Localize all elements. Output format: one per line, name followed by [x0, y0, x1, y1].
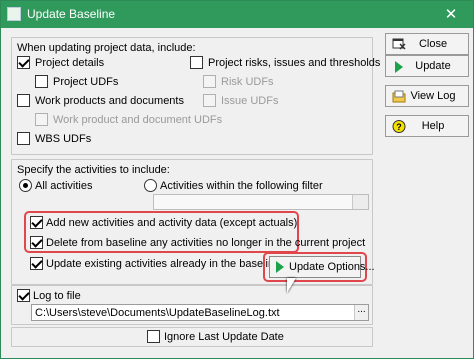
app-icon — [7, 7, 21, 21]
log-to-file-label: Log to file — [33, 290, 81, 302]
issue-udfs-checkbox[interactable] — [203, 94, 216, 107]
delete-from-baseline-checkbox[interactable] — [30, 236, 43, 249]
ignore-last-update-label: Ignore Last Update Date — [164, 331, 284, 343]
view-log-button-label: View Log — [410, 90, 456, 102]
project-details-checkbox[interactable] — [17, 56, 30, 69]
all-activities-radio[interactable] — [19, 179, 32, 192]
work-product-udfs-checkbox[interactable] — [35, 113, 48, 126]
add-new-activities-label: Add new activities and activity data (ex… — [46, 217, 298, 229]
close-button-label: Close — [418, 38, 448, 50]
delete-from-baseline-label: Delete from baseline any activities no l… — [46, 237, 366, 249]
risk-udfs-checkbox[interactable] — [203, 75, 216, 88]
update-options-button[interactable]: Update Options... — [269, 256, 375, 278]
risks-label: Project risks, issues and thresholds — [208, 57, 381, 69]
log-browse-button[interactable]: ... — [354, 305, 368, 320]
update-button[interactable]: Update — [385, 55, 469, 77]
side-button-column: Close Update View Log ? Help — [385, 33, 469, 355]
risks-checkbox[interactable] — [190, 56, 203, 69]
issue-udfs-label: Issue UDFs — [221, 95, 279, 107]
project-udfs-checkbox[interactable] — [35, 75, 48, 88]
mouse-cursor — [287, 278, 296, 293]
update-existing-checkbox[interactable] — [30, 257, 43, 270]
help-button-label: Help — [421, 120, 445, 132]
work-products-label: Work products and documents — [35, 95, 184, 107]
close-icon[interactable]: ✕ — [429, 1, 473, 28]
log-to-file-checkbox[interactable] — [17, 289, 30, 302]
window-title: Update Baseline — [27, 7, 116, 21]
options-panel: When updating project data, include: Pro… — [7, 33, 381, 355]
risk-udfs-label: Risk UDFs — [221, 76, 274, 88]
close-button[interactable]: Close — [385, 33, 469, 55]
title-bar[interactable]: Update Baseline ✕ — [1, 1, 473, 28]
wbs-udfs-label: WBS UDFs — [35, 133, 92, 145]
include-data-header: When updating project data, include: — [17, 42, 196, 54]
activities-header: Specify the activities to include: — [17, 164, 170, 176]
filter-activities-label: Activities within the following filter — [160, 180, 323, 192]
add-new-activities-checkbox[interactable] — [30, 216, 43, 229]
project-udfs-label: Project UDFs — [53, 76, 119, 88]
filter-browse-button[interactable] — [352, 195, 368, 209]
project-details-label: Project details — [35, 57, 105, 69]
work-products-checkbox[interactable] — [17, 94, 30, 107]
log-path-field[interactable]: C:\Users\steve\Documents\UpdateBaselineL… — [31, 304, 369, 321]
all-activities-label: All activities — [35, 180, 93, 192]
log-path-value: C:\Users\steve\Documents\UpdateBaselineL… — [35, 307, 280, 319]
view-log-button[interactable]: View Log — [385, 85, 469, 107]
work-product-udfs-label: Work product and document UDFs — [53, 114, 223, 126]
update-options-label: Update Options... — [289, 261, 375, 273]
wbs-udfs-checkbox[interactable] — [17, 132, 30, 145]
update-existing-label: Update existing activities already in th… — [46, 258, 281, 270]
filter-field[interactable] — [153, 194, 369, 210]
update-baseline-dialog: Update Baseline ✕ When updating project … — [0, 0, 474, 359]
play-icon — [276, 261, 284, 273]
filter-activities-radio[interactable] — [144, 179, 157, 192]
help-button[interactable]: ? Help — [385, 115, 469, 137]
ignore-last-update-checkbox[interactable] — [147, 330, 160, 343]
update-button-label: Update — [415, 60, 451, 72]
